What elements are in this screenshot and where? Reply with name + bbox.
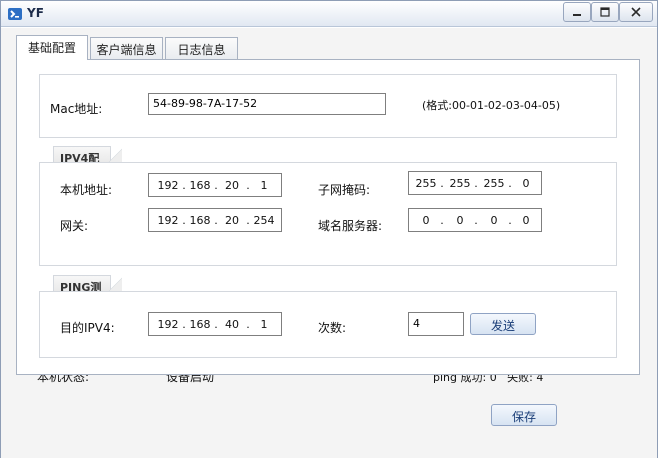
close-icon [631,7,641,17]
dns-octet-2[interactable]: 0 [447,214,473,227]
subnet-input[interactable]: 255 . 255 . 255 . 0 [408,171,542,195]
dns-octet-3[interactable]: 0 [481,214,507,227]
ping-group: 目的IPV4: 192 . 168 . 40 . 1 次数: 4 发送 [39,291,617,358]
ping-target-octet-4[interactable]: 1 [251,318,277,331]
client-area: 基础配置 客户端信息 日志信息 Mac地址: 54-89-98-7A-17-52… [1,28,657,458]
ping-target-octet-3[interactable]: 40 [219,318,245,331]
subnet-octet-1[interactable]: 255 [413,177,439,190]
subnet-octet-4[interactable]: 0 [513,177,539,190]
ping-target-input[interactable]: 192 . 168 . 40 . 1 [148,312,282,336]
gateway-input[interactable]: 192 . 168 . 20 . 254 [148,208,282,232]
send-button[interactable]: 发送 [470,313,536,335]
window-title: YF [27,6,44,20]
app-window: YF 基础配置 客户端信息 日志信息 Mac地址: 54-89-98-7A-17… [0,0,658,458]
gateway-octet-2[interactable]: 168 [187,214,213,227]
save-button[interactable]: 保存 [491,404,557,426]
maximize-button[interactable] [591,2,619,22]
tab-log-info[interactable]: 日志信息 [165,37,238,59]
dns-label: 域名服务器: [318,219,383,233]
dns-input[interactable]: 0 . 0 . 0 . 0 [408,208,542,232]
ping-count-label: 次数: [318,321,347,335]
ping-target-label: 目的IPV4: [60,321,115,335]
minimize-button[interactable] [563,2,591,22]
mac-format-hint: (格式:00-01-02-03-04-05) [422,99,561,112]
local-ip-input[interactable]: 192 . 168 . 20 . 1 [148,173,282,197]
subnet-octet-3[interactable]: 255 [481,177,507,190]
subnet-octet-2[interactable]: 255 [447,177,473,190]
tab-client-info[interactable]: 客户端信息 [90,37,163,59]
gateway-octet-4[interactable]: 254 [251,214,277,227]
gateway-label: 网关: [60,219,89,233]
tab-basic-config[interactable]: 基础配置 [16,35,88,60]
minimize-icon [573,14,581,16]
local-ip-label: 本机地址: [60,183,113,197]
title-bar[interactable]: YF [1,1,657,27]
ping-count-input[interactable]: 4 [408,312,464,336]
local-ip-octet-1[interactable]: 192 [155,179,181,192]
ipv4-group: 本机地址: 192 . 168 . 20 . 1 子网掩码: 255 . 255… [39,162,617,266]
local-ip-octet-3[interactable]: 20 [219,179,245,192]
mac-label: Mac地址: [50,102,103,116]
ping-target-octet-2[interactable]: 168 [187,318,213,331]
app-logo-icon [7,6,23,22]
dns-octet-1[interactable]: 0 [413,214,439,227]
close-button[interactable] [619,2,653,22]
basic-config-panel: Mac地址: 54-89-98-7A-17-52 (格式:00-01-02-03… [16,59,640,375]
mac-input[interactable]: 54-89-98-7A-17-52 [148,93,386,115]
ping-target-octet-1[interactable]: 192 [155,318,181,331]
mac-group: Mac地址: 54-89-98-7A-17-52 (格式:00-01-02-03… [39,74,617,138]
gateway-octet-1[interactable]: 192 [155,214,181,227]
local-ip-octet-2[interactable]: 168 [187,179,213,192]
gateway-octet-3[interactable]: 20 [219,214,245,227]
dns-octet-4[interactable]: 0 [513,214,539,227]
subnet-label: 子网掩码: [318,183,371,197]
local-ip-octet-4[interactable]: 1 [251,179,277,192]
maximize-icon [600,7,610,17]
